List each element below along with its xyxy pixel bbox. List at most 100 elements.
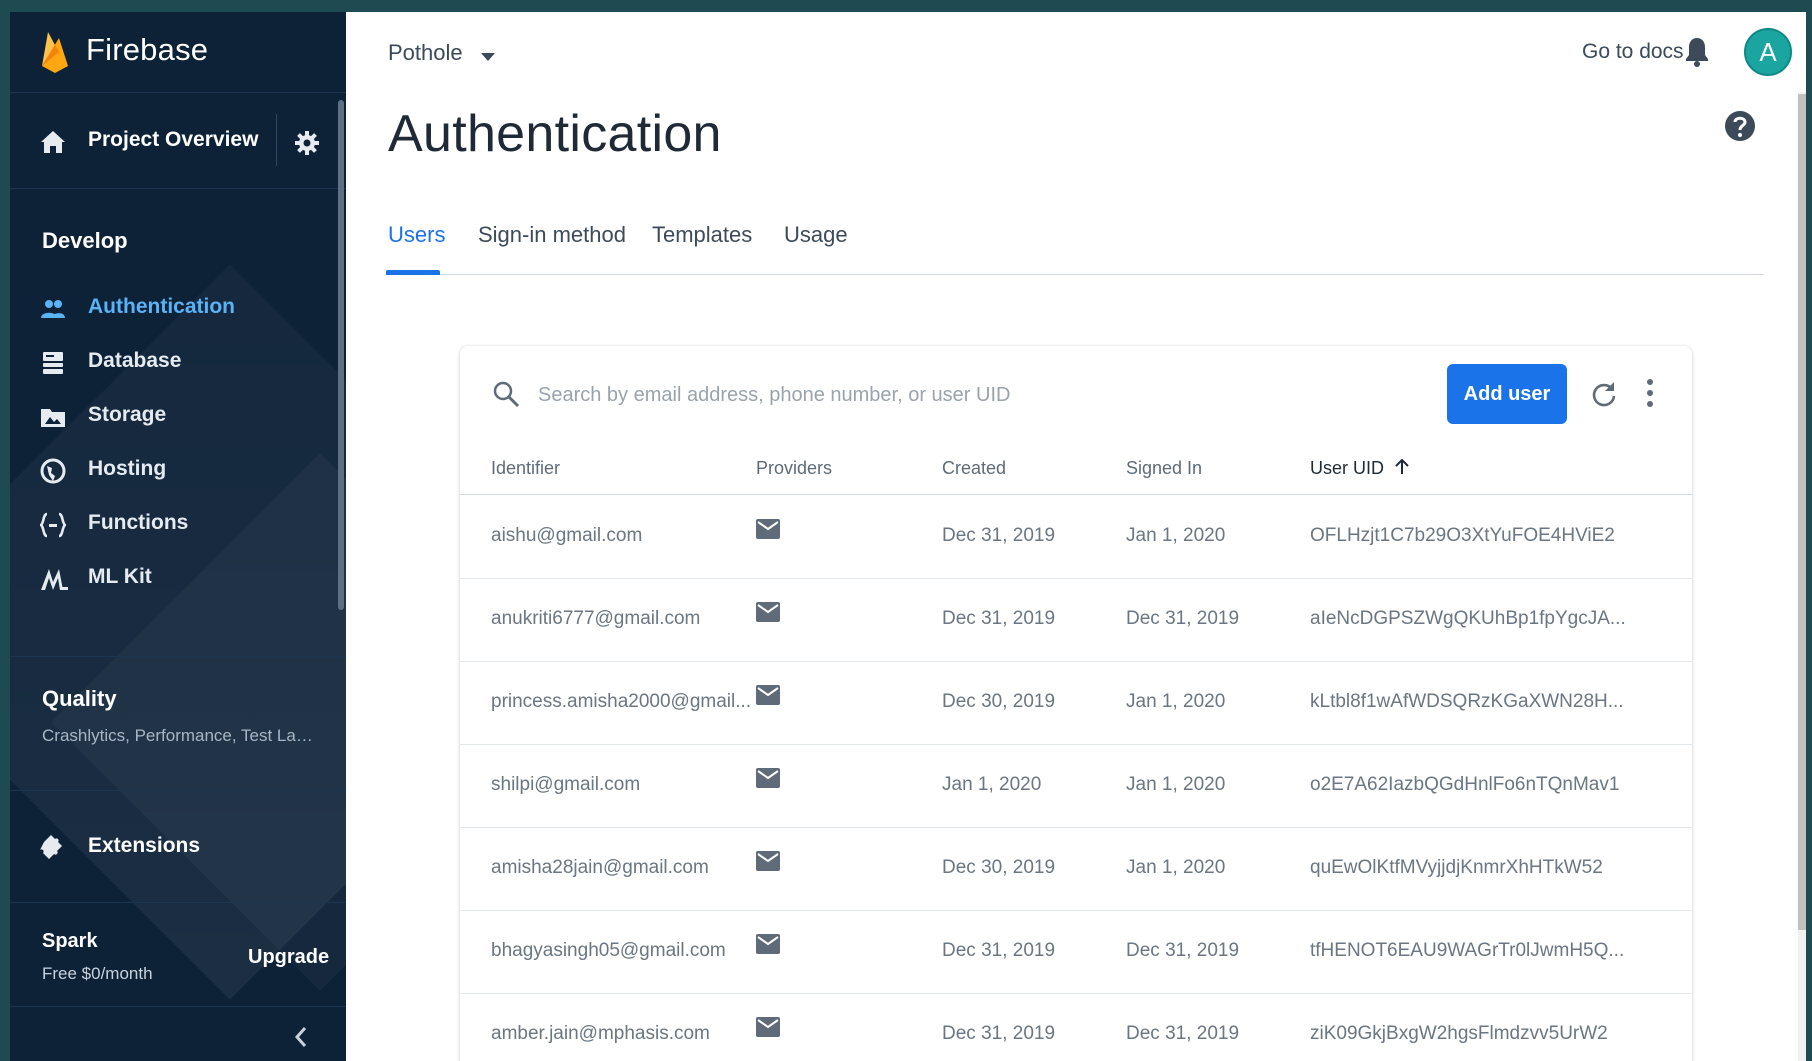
avatar[interactable]: A [1744, 28, 1792, 76]
project-selector[interactable]: Pothole [388, 40, 495, 67]
sidebar-item-storage[interactable]: Storage [10, 390, 346, 442]
mlkit-icon [40, 566, 68, 592]
table-row[interactable]: bhagyasingh05@gmail.com Dec 31, 2019 Dec… [460, 910, 1692, 994]
project-name: Pothole [388, 40, 463, 65]
sidebar-item-label: Storage [88, 403, 167, 426]
cell-user-uid: quEwOlKtfMVyjjdjKnmrXhHTkW52 [1310, 857, 1603, 878]
sidebar-item-extensions[interactable]: Extensions [10, 790, 346, 903]
collapse-sidebar[interactable] [10, 1006, 346, 1061]
app-window: Firebase Project Overview Develop Authen… [10, 12, 1806, 1061]
add-user-button[interactable]: Add user [1447, 364, 1567, 424]
email-provider-icon [756, 1017, 780, 1042]
sidebar-scrollbar[interactable] [338, 100, 344, 610]
quality-section[interactable]: Quality Crashlytics, Performance, Test L… [10, 656, 346, 791]
plan-section: Spark Free $0/month Upgrade [10, 902, 346, 1007]
cell-identifier: amisha28jain@gmail.com [491, 857, 709, 878]
brand-name: Firebase [86, 32, 209, 67]
sidebar-item-hosting[interactable]: Hosting [10, 444, 346, 496]
go-to-docs-link[interactable]: Go to docs [1582, 40, 1684, 64]
cell-identifier: amber.jain@mphasis.com [491, 1023, 710, 1044]
email-provider-icon [756, 602, 780, 627]
users-card: Add user Identifier Providers Created Si… [460, 346, 1692, 1061]
email-provider-icon [756, 685, 780, 710]
extensions-icon [40, 834, 68, 867]
sidebar-item-mlkit[interactable]: ML Kit [10, 552, 346, 604]
gear-icon[interactable] [294, 130, 320, 161]
cell-signed-in: Dec 31, 2019 [1126, 1023, 1240, 1044]
cell-user-uid: ziK09GkjBxgW2hgsFlmdzvv5UrW2 [1310, 1023, 1608, 1044]
active-tab-indicator [386, 270, 440, 275]
email-provider-icon [756, 768, 780, 793]
cell-user-uid: OFLHzjt1C7b29O3XtYuFOE4HViE2 [1310, 525, 1615, 546]
sidebar: Firebase Project Overview Develop Authen… [10, 12, 346, 1061]
page-title: Authentication [388, 105, 722, 163]
top-bar: Pothole Go to docs A [346, 12, 1806, 92]
bell-icon[interactable] [1684, 36, 1710, 73]
table-row[interactable]: shilpi@gmail.com Jan 1, 2020 Jan 1, 2020… [460, 744, 1692, 828]
column-user-uid[interactable]: User UID [1310, 458, 1409, 480]
cell-user-uid: kLtbl8f1wAfWDSQRzKGaXWN28H... [1310, 691, 1624, 712]
upgrade-button[interactable]: Upgrade [248, 946, 329, 969]
home-icon[interactable] [40, 130, 66, 159]
sidebar-item-label: Functions [88, 511, 189, 534]
tab-sign-in-method[interactable]: Sign-in method [478, 222, 626, 248]
plan-price: Free $0/month [42, 964, 153, 983]
sidebar-item-functions[interactable]: Functions [10, 498, 346, 550]
functions-icon [38, 512, 68, 538]
people-icon [40, 296, 66, 322]
table-row[interactable]: amber.jain@mphasis.com Dec 31, 2019 Dec … [460, 993, 1692, 1061]
sidebar-item-authentication[interactable]: Authentication [10, 282, 346, 334]
cell-signed-in: Jan 1, 2020 [1126, 691, 1226, 712]
sidebar-item-label: ML Kit [88, 565, 152, 588]
extensions-label: Extensions [88, 834, 201, 857]
chevron-left-icon[interactable] [294, 1026, 308, 1053]
tab-usage[interactable]: Usage [784, 222, 848, 248]
cell-identifier: bhagyasingh05@gmail.com [491, 940, 726, 961]
column-created[interactable]: Created [942, 458, 1006, 479]
cell-identifier: shilpi@gmail.com [491, 774, 641, 795]
quality-subtitle: Crashlytics, Performance, Test La… [42, 726, 313, 745]
cell-signed-in: Dec 31, 2019 [1126, 940, 1240, 961]
cell-created: Dec 31, 2019 [942, 940, 1056, 961]
cell-created: Dec 31, 2019 [942, 1023, 1056, 1044]
table-row[interactable]: amisha28jain@gmail.com Dec 30, 2019 Jan … [460, 827, 1692, 911]
chevron-down-icon [480, 41, 495, 67]
column-providers: Providers [756, 458, 833, 478]
column-identifier[interactable]: Identifier [491, 458, 560, 479]
column-signed-in[interactable]: Signed In [1126, 458, 1202, 479]
column-user-uid-label: User UID [1310, 458, 1385, 478]
help-icon[interactable] [1724, 110, 1756, 147]
cell-created: Dec 31, 2019 [942, 525, 1056, 546]
tab-users[interactable]: Users [388, 222, 445, 248]
more-options-icon[interactable] [1646, 378, 1654, 413]
project-overview-link[interactable]: Project Overview [88, 128, 258, 152]
email-provider-icon [756, 851, 780, 876]
page-scrollbar-thumb[interactable] [1798, 94, 1806, 930]
table-header: Identifier Providers Created Signed In U… [460, 446, 1692, 495]
storage-icon [40, 404, 66, 430]
cell-signed-in: Jan 1, 2020 [1126, 857, 1226, 878]
table-row[interactable]: princess.amisha2000@gmail... Dec 30, 201… [460, 661, 1692, 745]
search-icon [492, 380, 520, 413]
brand[interactable]: Firebase [10, 12, 346, 93]
cell-identifier: anukriti6777@gmail.com [491, 608, 701, 629]
table-row[interactable]: aishu@gmail.com Dec 31, 2019 Jan 1, 2020… [460, 495, 1692, 579]
quality-header: Quality [42, 686, 117, 711]
cell-signed-in: Jan 1, 2020 [1126, 525, 1226, 546]
develop-section: Develop Authentication Database Storage … [10, 188, 346, 657]
divider [276, 114, 277, 166]
table-row[interactable]: anukriti6777@gmail.com Dec 31, 2019 Dec … [460, 578, 1692, 662]
email-provider-icon [756, 934, 780, 959]
cell-created: Dec 30, 2019 [942, 691, 1056, 712]
refresh-icon[interactable] [1590, 380, 1618, 413]
firebase-logo-icon [40, 30, 70, 79]
tab-templates[interactable]: Templates [652, 222, 752, 248]
cell-identifier: aishu@gmail.com [491, 525, 643, 546]
search-input[interactable] [536, 376, 1400, 414]
cell-created: Dec 30, 2019 [942, 857, 1056, 878]
email-provider-icon [756, 519, 780, 544]
cell-user-uid: tfHENOT6EAU9WAGrTr0lJwmH5Q... [1310, 940, 1625, 961]
cell-user-uid: o2E7A62IazbQGdHnlFo6nTQnMav1 [1310, 774, 1620, 795]
project-overview-row: Project Overview [10, 92, 346, 189]
sidebar-item-database[interactable]: Database [10, 336, 346, 388]
